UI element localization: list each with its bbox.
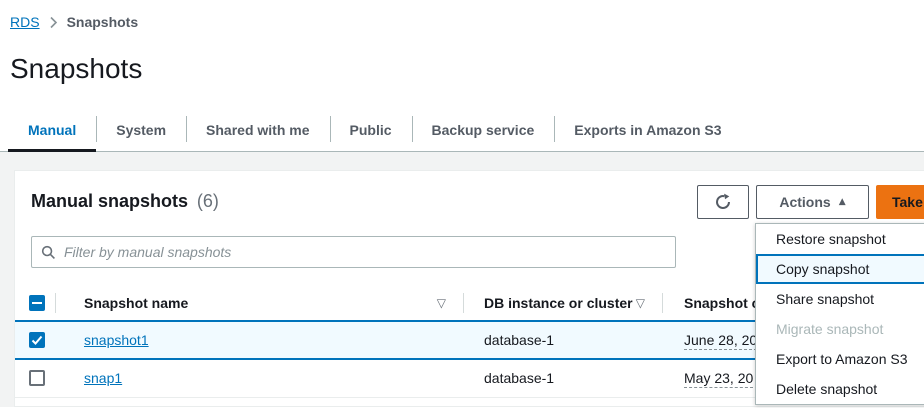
- tab-backup-service[interactable]: Backup service: [412, 108, 555, 151]
- breadcrumb: RDS Snapshots: [10, 12, 924, 32]
- menu-item-share-snapshot[interactable]: Share snapshot: [756, 284, 924, 314]
- tab-bar: Manual System Shared with me Public Back…: [0, 108, 924, 152]
- actions-button-label: Actions: [779, 194, 830, 210]
- caret-up-icon: ▲: [839, 197, 846, 207]
- refresh-icon: [714, 193, 732, 211]
- column-header-db-instance[interactable]: DB instance or cluster: [484, 295, 633, 311]
- snapshot-name-link[interactable]: snapshot1: [84, 332, 149, 348]
- actions-button[interactable]: Actions ▲: [756, 185, 869, 219]
- menu-item-restore-snapshot[interactable]: Restore snapshot: [756, 224, 924, 254]
- snapshot-creation-cell[interactable]: May 23, 20: [684, 370, 753, 388]
- filter-box: [31, 236, 676, 268]
- search-icon: [41, 245, 56, 260]
- menu-item-migrate-snapshot: Migrate snapshot: [756, 314, 924, 344]
- panel-title: Manual snapshots: [31, 191, 188, 211]
- breadcrumb-link-rds[interactable]: RDS: [10, 14, 40, 30]
- breadcrumb-current: Snapshots: [67, 14, 139, 30]
- take-snapshot-button[interactable]: Take snapshot: [876, 185, 924, 219]
- snapshot-creation-cell[interactable]: June 28, 20: [684, 332, 757, 350]
- row-checkbox-checked[interactable]: [29, 332, 45, 348]
- menu-item-export-to-amazon-s3[interactable]: Export to Amazon S3: [756, 344, 924, 374]
- tab-shared-with-me[interactable]: Shared with me: [186, 108, 329, 151]
- snapshot-name-link[interactable]: snap1: [84, 370, 122, 386]
- select-all-checkbox[interactable]: [29, 295, 45, 311]
- breadcrumb-chevron-icon: [49, 16, 58, 29]
- actions-dropdown-menu: Restore snapshot Copy snapshot Share sna…: [755, 223, 924, 405]
- page-header: RDS Snapshots Snapshots: [0, 0, 924, 88]
- tab-exports-amazon-s3[interactable]: Exports in Amazon S3: [554, 108, 741, 151]
- check-icon: [31, 335, 43, 346]
- column-header-snapshot-creation[interactable]: Snapshot c: [684, 295, 759, 311]
- tab-manual[interactable]: Manual: [8, 108, 96, 151]
- db-instance-cell: database-1: [484, 370, 554, 386]
- row-checkbox-unchecked[interactable]: [29, 370, 45, 386]
- snapshot-count-badge: (6): [197, 191, 219, 211]
- menu-item-delete-snapshot[interactable]: Delete snapshot: [756, 374, 924, 404]
- refresh-button[interactable]: [697, 185, 749, 219]
- sort-icon[interactable]: ▽: [636, 296, 645, 310]
- menu-item-copy-snapshot[interactable]: Copy snapshot: [756, 254, 924, 284]
- sort-icon[interactable]: ▽: [437, 296, 446, 310]
- panel-actions-group: Actions ▲ Take snapshot: [697, 185, 924, 219]
- page-title: Snapshots: [10, 50, 924, 88]
- tab-system[interactable]: System: [96, 108, 186, 151]
- db-instance-cell: database-1: [484, 332, 554, 348]
- tab-public[interactable]: Public: [330, 108, 412, 151]
- column-header-snapshot-name[interactable]: Snapshot name: [84, 295, 188, 311]
- filter-input[interactable]: [64, 244, 666, 260]
